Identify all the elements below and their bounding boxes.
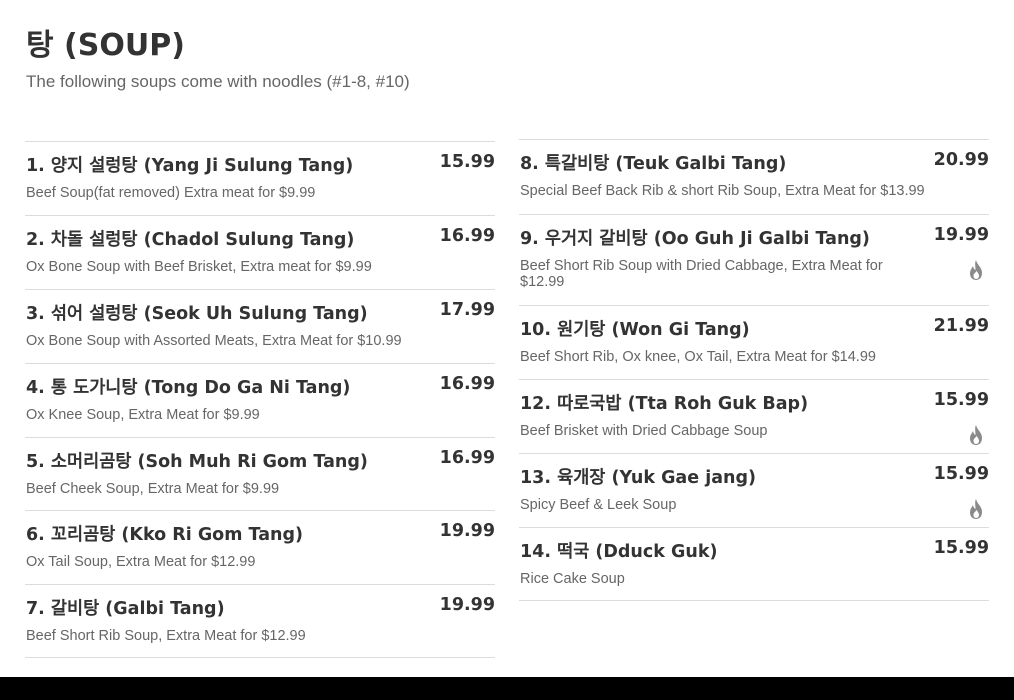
menu-item-price: 15.99 [439, 152, 495, 172]
menu-item-name: 7. 갈비탕 (Galbi Tang) [26, 599, 225, 619]
menu-item[interactable]: 5. 소머리곰탕 (Soh Muh Ri Gom Tang) 16.99 Bee… [25, 437, 495, 510]
menu-item-description: Spicy Beef & Leek Soup [520, 497, 677, 513]
menu-item-description: Ox Knee Soup, Extra Meat for $9.99 [26, 407, 260, 423]
menu-item-description: Beef Short Rib Soup, Extra Meat for $12.… [26, 628, 306, 644]
menu-item-name: 1. 양지 설렁탕 (Yang Ji Sulung Tang) [26, 156, 354, 176]
menu-item-price: 17.99 [439, 300, 495, 320]
menu-item[interactable]: 8. 특갈비탕 (Teuk Galbi Tang) 20.99 Special … [519, 139, 989, 214]
page-title: 탕 (SOUP) [26, 28, 185, 63]
menu-item-price: 16.99 [439, 226, 495, 246]
menu-item-description: Beef Short Rib Soup with Dried Cabbage, … [520, 258, 883, 290]
spicy-flame-icon [970, 260, 982, 280]
menu-item-description: Rice Cake Soup [520, 571, 625, 587]
menu-item-price: 15.99 [933, 390, 989, 410]
menu-item-description: Ox Bone Soup with Beef Brisket, Extra me… [26, 259, 372, 275]
menu-item-name: 4. 통 도가니탕 (Tong Do Ga Ni Tang) [26, 378, 351, 398]
menu-item-price: 16.99 [439, 374, 495, 394]
menu-item[interactable]: 1. 양지 설렁탕 (Yang Ji Sulung Tang) 15.99 Be… [25, 141, 495, 215]
menu-item[interactable]: 10. 원기탕 (Won Gi Tang) 21.99 Beef Short R… [519, 305, 989, 379]
menu-item-price: 15.99 [933, 538, 989, 558]
menu-item[interactable]: 6. 꼬리곰탕 (Kko Ri Gom Tang) 19.99 Ox Tail … [25, 510, 495, 584]
menu-item-name: 8. 특갈비탕 (Teuk Galbi Tang) [520, 154, 787, 174]
menu-item-name: 13. 육개장 (Yuk Gae jang) [520, 468, 756, 488]
menu-item[interactable]: 13. 육개장 (Yuk Gae jang) 15.99 Spicy Beef … [519, 453, 989, 527]
menu-item-name: 14. 떡국 (Dduck Guk) [520, 542, 718, 562]
menu-item-name: 6. 꼬리곰탕 (Kko Ri Gom Tang) [26, 525, 304, 545]
menu-item-description: Beef Soup(fat removed) Extra meat for $9… [26, 185, 316, 201]
menu-item-description: Beef Short Rib, Ox knee, Ox Tail, Extra … [520, 349, 876, 365]
menu-item-price: 16.99 [439, 448, 495, 468]
menu-item[interactable]: 12. 따로국밥 (Tta Roh Guk Bap) 15.99 Beef Br… [519, 379, 989, 453]
menu-item[interactable]: 4. 통 도가니탕 (Tong Do Ga Ni Tang) 16.99 Ox … [25, 363, 495, 437]
menu-item-name: 9. 우거지 갈비탕 (Oo Guh Ji Galbi Tang) [520, 229, 870, 249]
menu-item-description: Ox Tail Soup, Extra Meat for $12.99 [26, 554, 256, 570]
menu-item-price: 19.99 [933, 225, 989, 245]
menu-item-name: 12. 따로국밥 (Tta Roh Guk Bap) [520, 394, 809, 414]
menu-item-description: Ox Bone Soup with Assorted Meats, Extra … [26, 333, 402, 349]
menu-item-price: 20.99 [933, 150, 989, 170]
menu-item-description: Beef Brisket with Dried Cabbage Soup [520, 423, 768, 439]
page-subtitle: The following soups come with noodles (#… [26, 72, 410, 91]
menu-item-price: 19.99 [439, 521, 495, 541]
menu-item[interactable]: 7. 갈비탕 (Galbi Tang) 19.99 Beef Short Rib… [25, 584, 495, 658]
menu-item-name: 5. 소머리곰탕 (Soh Muh Ri Gom Tang) [26, 452, 368, 472]
bottom-bar [0, 677, 1014, 700]
menu-item[interactable]: 14. 떡국 (Dduck Guk) 15.99 Rice Cake Soup [519, 527, 989, 601]
menu-item-name: 3. 섞어 설렁탕 (Seok Uh Sulung Tang) [26, 304, 368, 324]
menu-item-name: 10. 원기탕 (Won Gi Tang) [520, 320, 750, 340]
menu-item[interactable]: 3. 섞어 설렁탕 (Seok Uh Sulung Tang) 17.99 Ox… [25, 289, 495, 363]
menu-item-description: Special Beef Back Rib & short Rib Soup, … [520, 183, 925, 199]
menu-item-price: 19.99 [439, 595, 495, 615]
spicy-flame-icon [970, 499, 982, 519]
menu-item-description: Beef Cheek Soup, Extra Meat for $9.99 [26, 481, 280, 497]
menu-item-price: 15.99 [933, 464, 989, 484]
menu-item-name: 2. 차돌 설렁탕 (Chadol Sulung Tang) [26, 230, 355, 250]
spicy-flame-icon [970, 425, 982, 445]
menu-item[interactable]: 9. 우거지 갈비탕 (Oo Guh Ji Galbi Tang) 19.99 … [519, 214, 989, 305]
menu-item[interactable]: 2. 차돌 설렁탕 (Chadol Sulung Tang) 16.99 Ox … [25, 215, 495, 289]
menu-item-price: 21.99 [933, 316, 989, 336]
